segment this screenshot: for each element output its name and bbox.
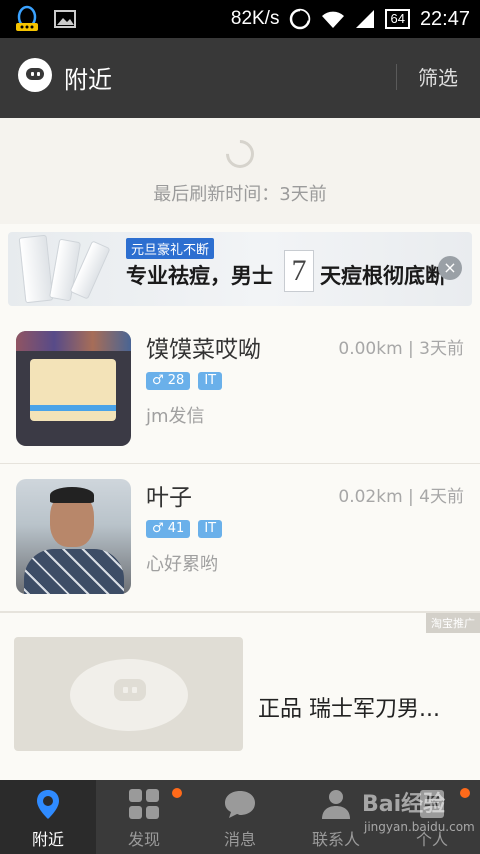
banner-digit: 7 [284, 250, 314, 292]
promo-tag: 淘宝推广 [426, 613, 480, 633]
chat-placeholder-icon [114, 679, 146, 701]
gender-age-badge: ♂ 28 [146, 372, 191, 390]
pull-to-refresh-header: 最后刷新时间：3天前 [0, 118, 480, 224]
loading-spinner-icon [220, 134, 260, 174]
nav-item-messages[interactable]: 消息 [192, 780, 288, 854]
user-name: 馍馍菜哎呦 [146, 337, 261, 363]
watermark-logo: Bai经验 [362, 792, 446, 817]
avatar[interactable] [16, 331, 131, 446]
banner-headline-left: 专业祛痘，男士 [126, 264, 273, 288]
nav-label: 消息 [223, 830, 256, 849]
product-title: 正品 瑞士军刀男... [258, 697, 440, 722]
battery-indicator: 64 [385, 9, 410, 29]
cell-signal-icon [356, 10, 375, 28]
location-pin-icon [37, 790, 59, 819]
avatar[interactable] [16, 479, 131, 594]
close-icon[interactable]: × [438, 256, 462, 280]
distance-time: 0.02km | 4天前 [338, 487, 464, 507]
taobao-ad-item[interactable]: 淘宝推广 正品 瑞士军刀男... [0, 612, 480, 780]
nav-item-discover[interactable]: 发现 [96, 780, 192, 854]
nav-label: 附近 [31, 830, 64, 849]
user-name: 叶子 [146, 485, 192, 511]
product-tube-image [18, 234, 54, 304]
contact-icon [322, 790, 350, 819]
banner-promo-tag: 元旦豪礼不断 [126, 238, 215, 259]
sync-icon [290, 8, 311, 30]
ad-banner[interactable]: 元旦豪礼不断 专业祛痘，男士 7 天痘根彻底断 × [8, 232, 472, 306]
app-logo-icon[interactable] [18, 58, 52, 92]
distance-time: 0.00km | 3天前 [338, 339, 464, 359]
bottom-navigation: 附近 发现 消息 联系人 个人 Bai经验 jingyan.baidu.com [0, 780, 480, 854]
image-notification-icon [54, 10, 76, 28]
banner-headline-right: 天痘根彻底断 [320, 264, 446, 288]
chat-bubble-icon [225, 791, 255, 818]
notification-dot [172, 788, 182, 798]
last-refresh-text: 最后刷新时间：3天前 [153, 184, 327, 205]
product-image-placeholder[interactable] [14, 637, 243, 751]
list-item[interactable]: 叶子 0.02km | 4天前 ♂ 41 IT 心好累哟 [0, 464, 480, 612]
gender-age-badge: ♂ 41 [146, 520, 191, 538]
grid-icon [129, 789, 159, 819]
page-title: 附近 [64, 66, 112, 94]
nearby-list[interactable]: 元旦豪礼不断 专业祛痘，男士 7 天痘根彻底断 × 馍馍菜哎呦 0.00km |… [0, 224, 480, 780]
wifi-icon [322, 11, 345, 28]
divider [396, 64, 397, 90]
nav-label: 发现 [127, 830, 160, 849]
qq-notification-icon [16, 5, 38, 31]
job-badge: IT [198, 520, 223, 538]
user-signature: 心好累哟 [146, 554, 218, 575]
clock: 22:47 [419, 7, 470, 30]
notification-dot [460, 788, 470, 798]
list-item[interactable]: 馍馍菜哎呦 0.00km | 3天前 ♂ 28 IT jm发信 [0, 316, 480, 464]
status-bar: 82K/s 64 22:47 [0, 0, 480, 38]
job-badge: IT [198, 372, 223, 390]
filter-button[interactable]: 筛选 [418, 62, 458, 91]
nav-item-nearby[interactable]: 附近 [0, 780, 96, 854]
watermark-url: jingyan.baidu.com [364, 820, 475, 834]
app-bar: 附近 筛选 [0, 38, 480, 118]
network-speed: 82K/s [230, 8, 280, 29]
user-signature: jm发信 [146, 406, 205, 427]
